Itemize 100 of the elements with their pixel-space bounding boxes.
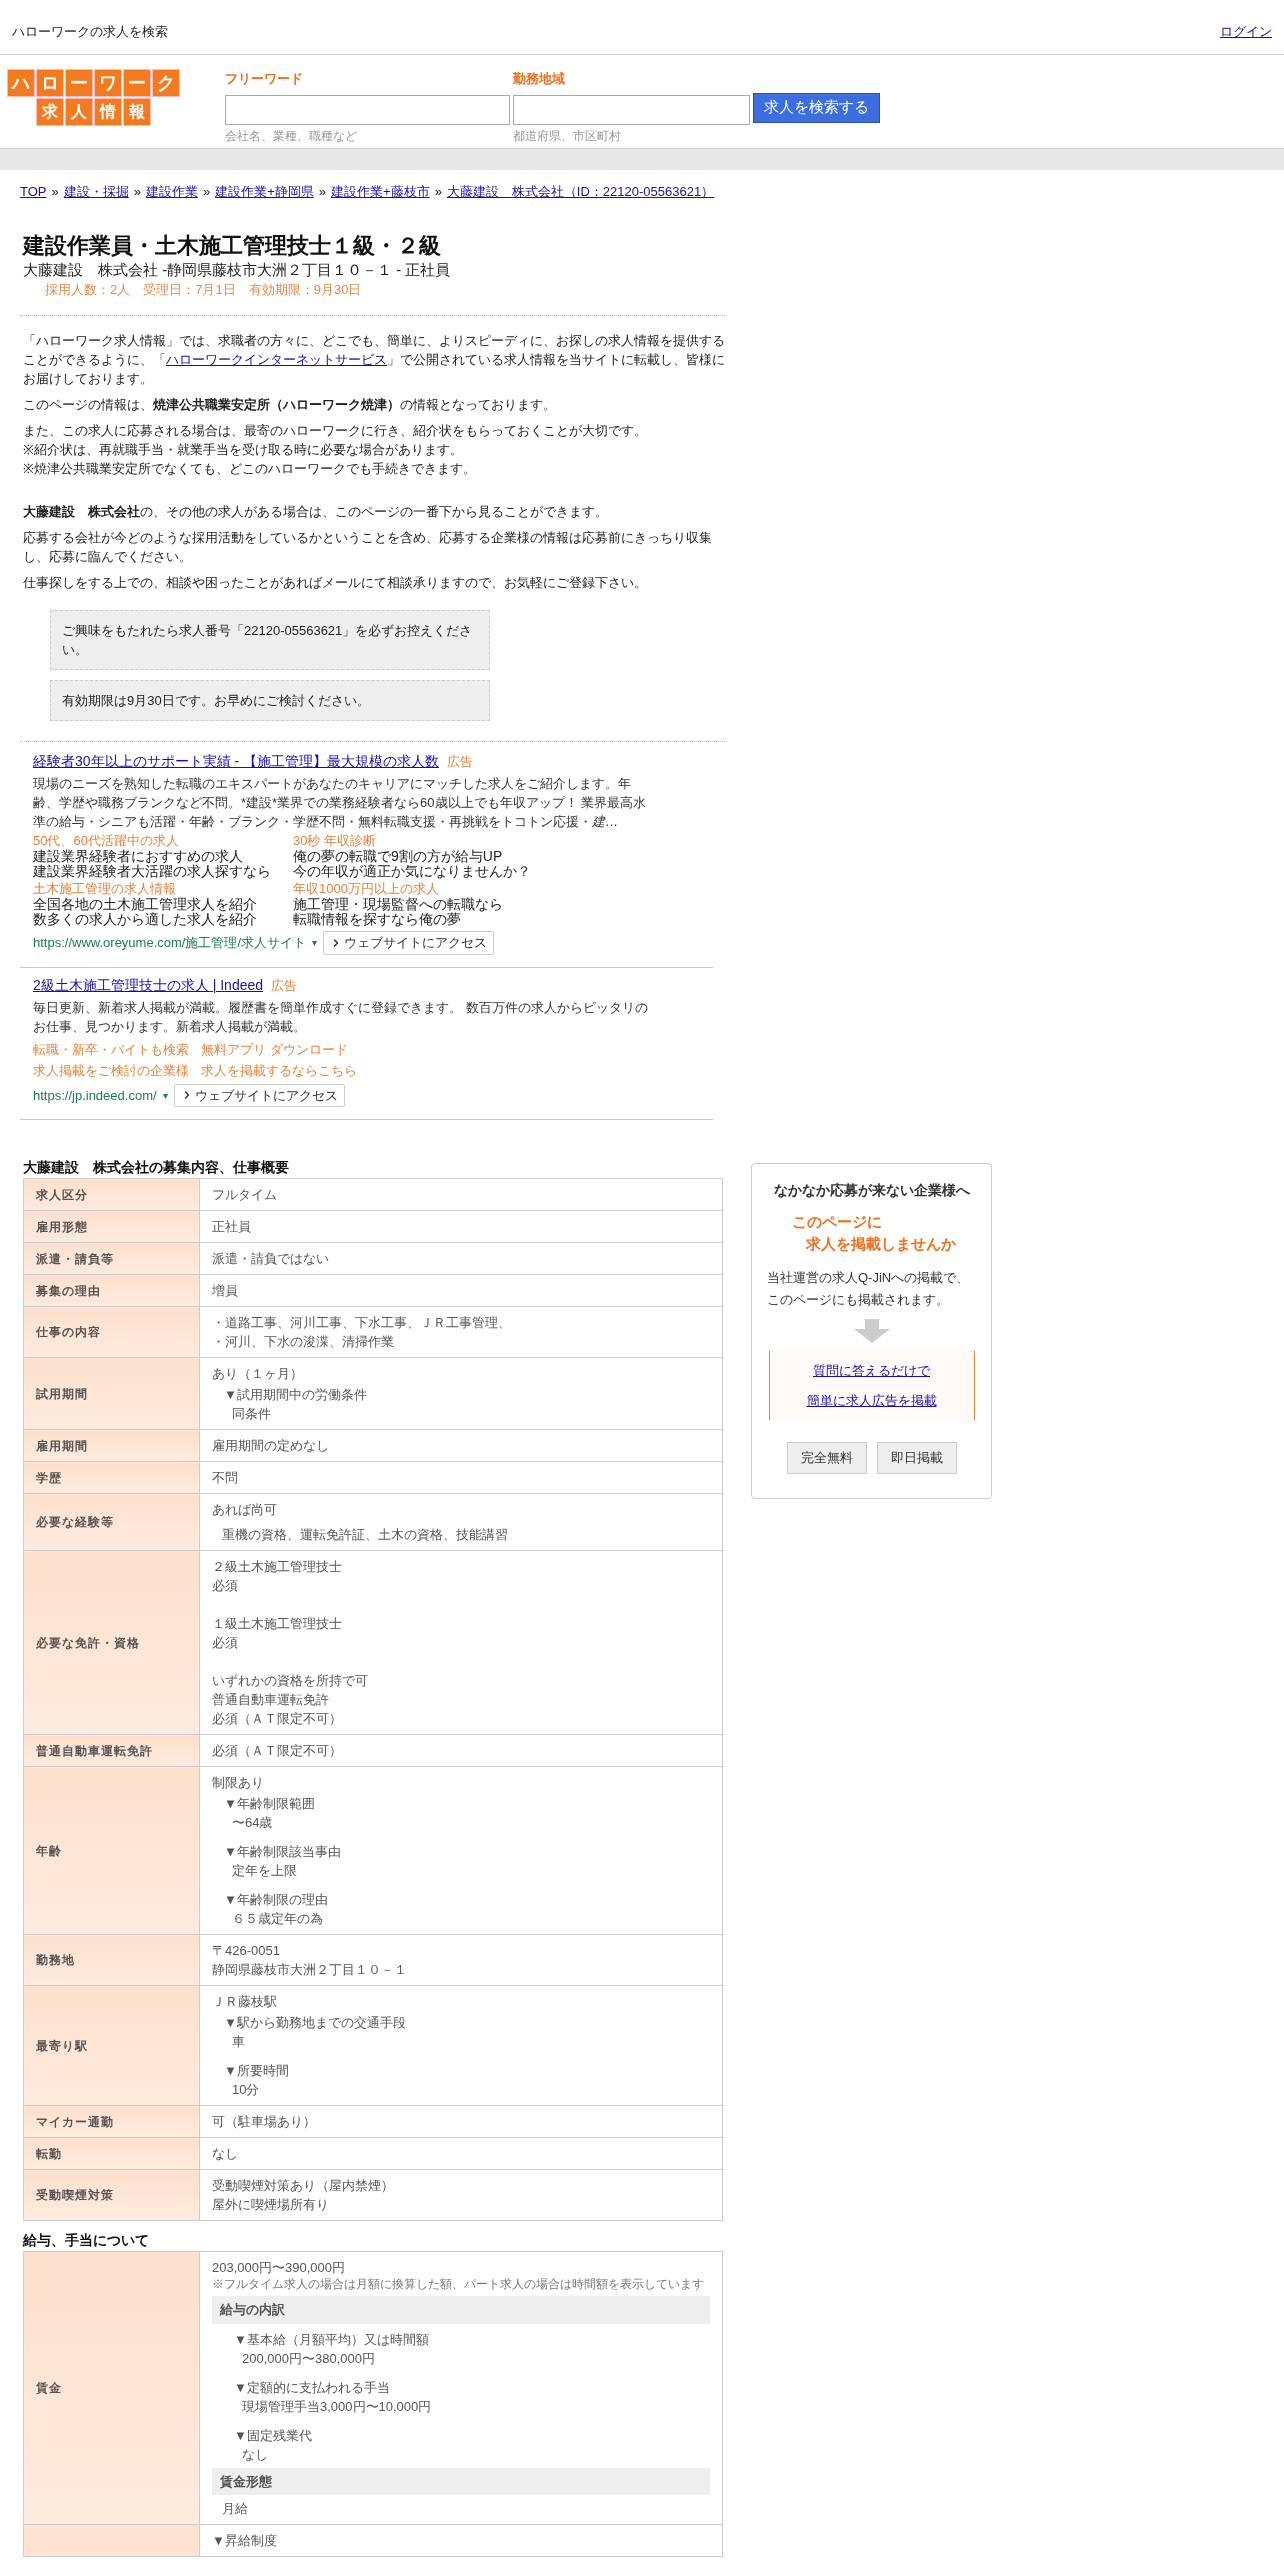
value-text: ▼所要時間 <box>224 2062 289 2080</box>
breadcrumb-link[interactable]: 建設作業+藤枝市 <box>331 182 430 202</box>
intro-paragraph: このページの情報は、焼津公共職業安定所（ハローワーク焼津）の情報となっております。 <box>23 396 557 414</box>
row-label: 受動喫煙対策 <box>23 2169 200 2221</box>
value-text: １級土木施工管理技士 <box>212 1615 342 1633</box>
value-text: なし <box>212 2145 238 2163</box>
section-title: 大藤建設 株式会社の募集内容、仕事概要 <box>23 1158 289 1176</box>
visit-site-button[interactable]: ウェブサイトにアクセス <box>323 931 495 955</box>
value-text: 派遣・請負ではない <box>212 1250 329 1268</box>
field-hint: 会社名、業種、職種など <box>225 127 357 144</box>
sitelink-text: 建設業界経験者大活躍の求人探すなら <box>33 864 271 879</box>
value-text: 月給 <box>222 2500 248 2518</box>
value-text: 203,000円〜390,000円 <box>212 2259 345 2277</box>
value-text: いずれかの資格を所持で可 <box>212 1672 368 1690</box>
sitelink-text: 今の年収が適正か気になりませんか？ <box>293 864 531 879</box>
row-label: 仕事の内容 <box>23 1306 200 1358</box>
value-text: 屋外に喫煙場所有り <box>212 2196 329 2214</box>
breadcrumb-separator: » <box>202 183 211 201</box>
row-label: 雇用期間 <box>23 1429 200 1462</box>
login-link[interactable]: ログイン <box>1220 22 1272 42</box>
value-text: ▼基本給（月額平均）又は時間額 <box>234 2330 429 2349</box>
value-text: 重機の資格、運転免許証、土木の資格、技能講習 <box>222 1526 508 1544</box>
ad-title-link[interactable]: 2級土木施工管理技士の求人 | Indeed <box>33 974 264 996</box>
dropdown-mark[interactable]: ▾ <box>312 935 318 951</box>
value-text: ▼固定残業代 <box>234 2426 312 2445</box>
dropdown-mark[interactable]: ▾ <box>162 1087 168 1103</box>
breadcrumb-link[interactable]: 大藤建設 株式会社（ID：22120-05563621） <box>446 182 715 202</box>
value-text: ・道路工事、河川工事、下水工事、ＪＲ工事管理、 <box>212 1314 511 1332</box>
feature-tag: 完全無料 <box>786 1442 867 1474</box>
job-title: 建設作業員・土木施工管理技士１級・２級 <box>23 231 441 260</box>
value-text: ▼定額的に支払われる手当 <box>234 2378 390 2397</box>
promo-link[interactable]: 簡単に求人広告を掲載 <box>806 1390 937 1410</box>
value-text: 〒426-0051 <box>212 1942 280 1960</box>
promo-link[interactable]: 質問に答えるだけで <box>813 1361 930 1381</box>
field-hint: 都道府県、市区町村 <box>513 127 621 144</box>
value-text: ▼駅から勤務地までの交通手段 <box>224 2014 406 2032</box>
sitelink-text: 転職情報を探すなら俺の夢 <box>293 912 461 927</box>
sitelink-text: 施工管理・現場監督への転職なら <box>293 897 503 912</box>
intro-paragraph: また、この求人に応募される場合は、最寄のハローワークに行き、紹介状をもらっておくことが大切です。 ※紹介状は、再就職手当・就業手当を受け取る時に必要な場合があります。 ※焼津公共職業安定所でなくても、どこのハローワークでも手続きできます。 <box>23 422 648 478</box>
breadcrumb-link[interactable]: 建設作業 <box>145 182 198 202</box>
value-text: 可（駐車場あり） <box>212 2113 316 2131</box>
row-label: 募集の理由 <box>23 1274 200 1307</box>
section-heading: 賃金形態 <box>212 2467 710 2495</box>
intro-paragraph: 大藤建設 株式会社の、その他の求人がある場合は、このページの一番下から見ることができます。 <box>23 503 609 521</box>
row-label: 試用期間 <box>23 1357 200 1430</box>
search-field[interactable] <box>513 94 750 125</box>
value-text: 正社員 <box>212 1218 251 1236</box>
ad-url[interactable]: https://jp.indeed.com/ <box>33 1085 157 1105</box>
sitelink-text: 建設業界経験者におすすめの求人 <box>33 849 243 864</box>
row-label: 必要な経験等 <box>23 1493 200 1551</box>
intro-paragraph: 仕事探しをする上での、相談や困ったことがあればメールにて相談承りますので、お気軽にご登録下さい。 <box>23 574 648 592</box>
row-label: 学歴 <box>23 1461 200 1494</box>
notice-box: ご興味をもたれたら求人番号「22120-05563621」を必ずお控えください。 <box>50 610 490 670</box>
value-text: 10分 <box>232 2081 260 2099</box>
field-label: 勤務地域 <box>513 70 565 88</box>
breadcrumb-link[interactable]: 建設・採掘 <box>63 182 129 202</box>
promo-text: 当社運営の求人Q-JiNへの掲載で、 <box>767 1269 970 1287</box>
promo-catch: このページに <box>792 1212 882 1232</box>
breadcrumb-link[interactable]: 建設作業+静岡県 <box>215 182 314 202</box>
ad-url[interactable]: https://www.oreyume.com/施工管理/求人サイト <box>33 933 307 953</box>
promo-text: このページにも掲載されます。 <box>767 1291 949 1309</box>
search-button[interactable]: 求人を検索する <box>753 92 880 123</box>
promo-title: なかなか応募が来ない企業様へ <box>773 1181 970 1200</box>
sitelink-text: 全国各地の土木施工管理求人を紹介 <box>33 897 257 912</box>
value-text: あり（１ヶ月） <box>212 1365 303 1383</box>
value-text: 現場管理手当3,000円〜10,000円 <box>242 2397 432 2416</box>
breadcrumb-separator: » <box>51 183 59 201</box>
value-text: 雇用期間の定めなし <box>212 1437 329 1455</box>
job-meta: 採用人数：2人 受理日：7月1日 有効期限：9月30日 <box>45 280 362 299</box>
ad-title-link[interactable]: 経験者30年以上のサポート実績 - 【施工管理】最大規模の求人数 <box>33 751 439 772</box>
breadcrumb-link[interactable]: TOP <box>20 182 47 202</box>
site-logo: ハローワーク 求人情報 <box>5 69 182 126</box>
row-label: 求人区分 <box>23 1178 200 1211</box>
value-text: 定年を上限 <box>232 1862 297 1880</box>
row-label: 雇用形態 <box>23 1210 200 1243</box>
service-link[interactable]: ハローワークインターネットサービス <box>166 352 387 367</box>
value-text: あれば尚可 <box>212 1501 277 1519</box>
value-text: 必須 <box>212 1577 238 1595</box>
value-text: 増員 <box>212 1282 238 1300</box>
job-subtitle: 大藤建設 株式会社 -静岡県藤枝市大洲２丁目１０－１ - 正社員 <box>23 259 451 280</box>
value-text: ・河川、下水の浚渫、清掃作業 <box>212 1333 394 1351</box>
value-text: 同条件 <box>232 1405 271 1423</box>
visit-site-button[interactable]: ウェブサイトにアクセス <box>173 1083 345 1107</box>
value-text: 普通自動車運転免許 <box>212 1691 329 1709</box>
value-text: ▼昇給制度 <box>212 2532 277 2550</box>
value-text: ▼年齢制限該当事由 <box>224 1843 341 1861</box>
intro-paragraph: 「ハローワーク求人情報」では、求職者の方々に、どこでも、簡単に、よりスピーディに、お探しの求人情報を提供することができるように、「ハローワークインターネットサービス」で公開されている求人情報を当サイトに転載し、皆様にお届けしております。 <box>23 332 725 388</box>
search-field[interactable] <box>225 94 510 125</box>
value-text: ▼年齢制限の理由 <box>224 1891 328 1909</box>
value-text: 〜64歳 <box>232 1814 273 1832</box>
value-text: 静岡県藤枝市大洲２丁目１０－１ <box>212 1961 407 1979</box>
note-text: ※フルタイム求人の場合は月額に換算した額、パート求人の場合は時間額を表示しています <box>212 2277 704 2292</box>
field-label: フリーワード <box>225 70 303 88</box>
value-text: ▼年齢制限範囲 <box>224 1795 315 1813</box>
ad-label: 広告 <box>447 753 473 771</box>
breadcrumb-separator: » <box>133 183 141 201</box>
notice-box: 有効期限は9月30日です。お早めにご検討ください。 <box>50 680 490 721</box>
value-text: 200,000円〜380,000円 <box>242 2349 375 2368</box>
row-label: 年齢 <box>23 1766 200 1935</box>
row-label: マイカー通勤 <box>23 2105 200 2138</box>
